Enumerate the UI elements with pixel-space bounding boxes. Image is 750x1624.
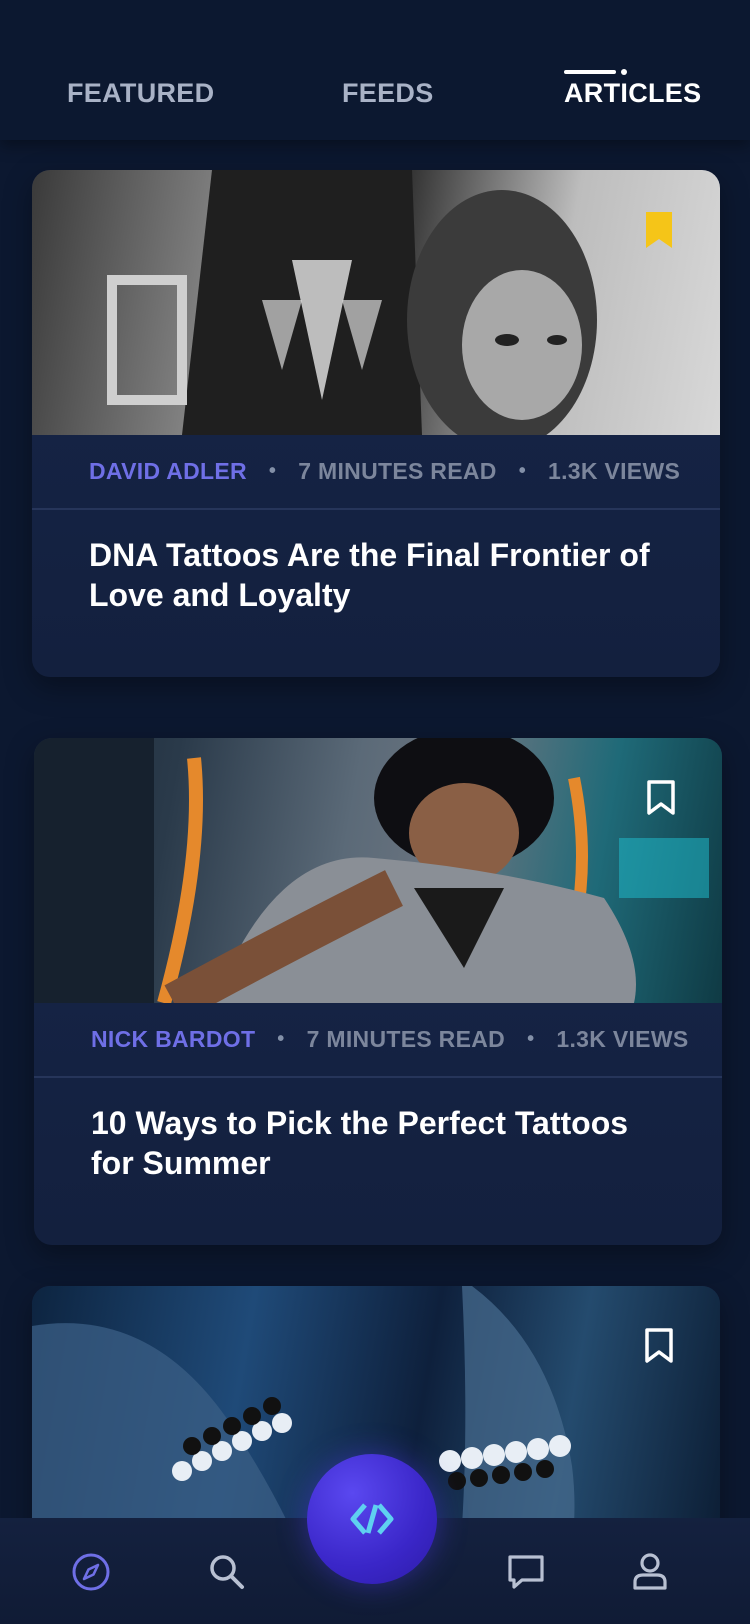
chat-icon[interactable] (506, 1552, 546, 1592)
meta-separator: • (518, 460, 526, 482)
article-image (34, 738, 722, 1003)
create-fab-button[interactable] (307, 1454, 437, 1584)
tab-featured[interactable]: FEATURED (67, 78, 214, 109)
article-title[interactable]: 10 Ways to Pick the Perfect Tattoos for … (91, 1103, 671, 1183)
article-meta: DAVID ADLER • 7 MINUTES READ • 1.3K VIEW… (32, 435, 720, 510)
bookmark-icon[interactable] (644, 1328, 674, 1364)
view-count: 1.3K VIEWS (556, 1026, 689, 1052)
meta-separator: • (277, 1028, 285, 1050)
meta-separator: • (268, 460, 277, 482)
tab-feeds[interactable]: FEEDS (342, 78, 434, 109)
author-name[interactable]: NICK BARDOT (91, 1026, 255, 1053)
article-photo (34, 738, 709, 1003)
meta-separator: • (527, 1028, 535, 1050)
link-code-icon (350, 1503, 394, 1535)
article-card[interactable]: NICK BARDOT • 7 MINUTES READ • 1.3K VIEW… (34, 738, 722, 1245)
compass-icon[interactable] (71, 1552, 111, 1592)
read-time: 7 MINUTES READ (298, 458, 497, 484)
tab-articles[interactable]: ARTICLES (564, 78, 701, 109)
article-title[interactable]: DNA Tattoos Are the Final Frontier of Lo… (89, 535, 669, 615)
article-meta: NICK BARDOT • 7 MINUTES READ • 1.3K VIEW… (34, 1003, 722, 1078)
article-photo (107, 170, 597, 435)
profile-icon[interactable] (630, 1552, 670, 1592)
top-tab-bar: FEATURED FEEDS ARTICLES (0, 0, 750, 140)
view-count: 1.3K VIEWS (548, 458, 681, 484)
search-icon[interactable] (207, 1552, 247, 1592)
article-card[interactable]: DAVID ADLER • 7 MINUTES READ • 1.3K VIEW… (32, 170, 720, 677)
bookmark-icon[interactable] (646, 780, 676, 816)
bookmark-icon[interactable] (644, 212, 674, 248)
author-name[interactable]: DAVID ADLER (89, 458, 247, 485)
read-time: 7 MINUTES READ (306, 1026, 506, 1052)
article-image (32, 170, 720, 435)
active-tab-indicator (564, 70, 616, 74)
active-tab-dot (621, 69, 627, 75)
